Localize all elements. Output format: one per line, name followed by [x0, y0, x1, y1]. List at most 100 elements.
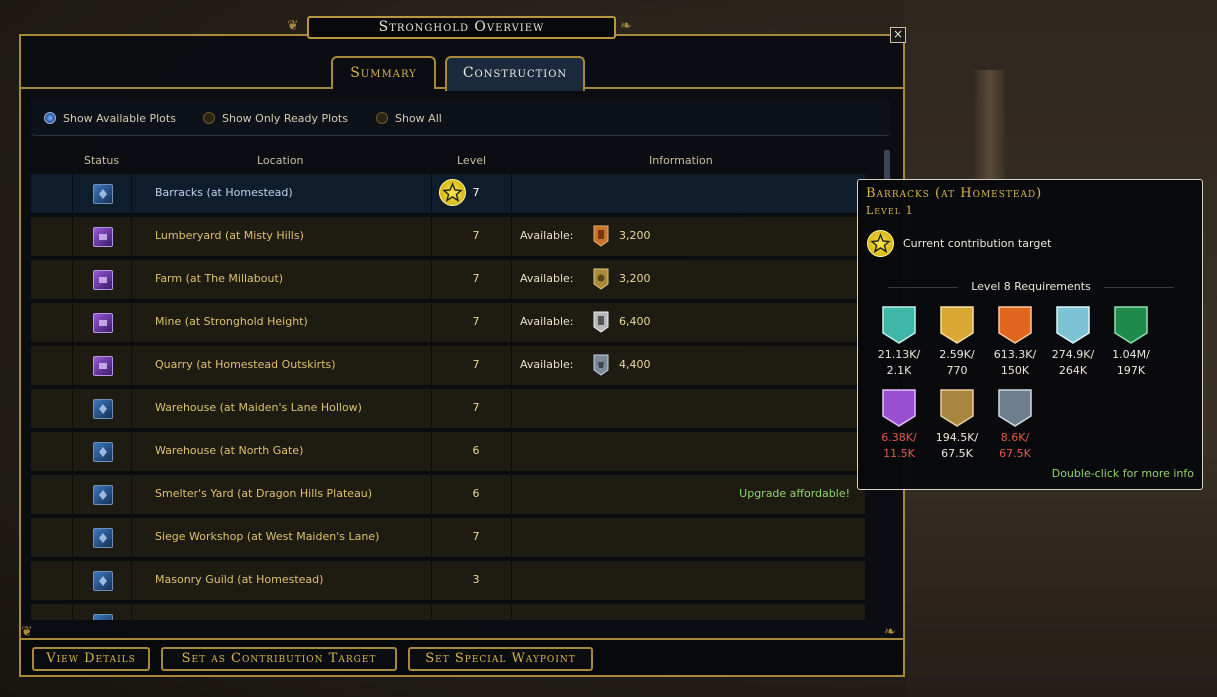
requirement-item: 1.04M/ 197K	[1102, 305, 1160, 379]
plot-list: Barracks (at Homestead) 7 Lumberyard (at…	[31, 174, 865, 620]
timber-icon	[593, 225, 609, 247]
view-details-button[interactable]: View Details	[32, 647, 150, 671]
tree-shield-icon	[1114, 306, 1148, 344]
requirement-current: 1.04M/	[1112, 348, 1150, 361]
column-header-location[interactable]: Location	[257, 154, 304, 167]
scrollbar-thumb[interactable]	[884, 150, 890, 182]
plot-location: Barracks (at Homestead)	[155, 186, 293, 199]
plot-level: 7	[472, 401, 480, 414]
contribution-target-text: Current contribution target	[903, 237, 1052, 250]
tooltip-level: Level 1	[866, 204, 914, 217]
construction-ready-icon	[93, 528, 113, 548]
plot-level: 7	[472, 186, 480, 199]
available-amount: 4,400	[619, 358, 651, 371]
corner-ornament-icon: ❦	[21, 624, 33, 640]
table-row[interactable]: Quarry (at Homestead Outskirts) 7 Availa…	[31, 346, 865, 387]
table-row[interactable]: Mine (at Stronghold Height) 7 Available:…	[31, 303, 865, 344]
food-icon	[593, 268, 609, 290]
tab-construction[interactable]: Construction	[445, 56, 585, 91]
plot-location: Warehouse (at North Gate)	[155, 444, 304, 457]
set-special-waypoint-button[interactable]: Set Special Waypoint	[408, 647, 593, 671]
available-label: Available:	[520, 315, 574, 328]
gold-shield-icon	[940, 306, 974, 344]
available-label: Available:	[520, 272, 574, 285]
table-row[interactable]: Siege Workshop (at West Maiden's Lane) 7	[31, 518, 865, 559]
table-row[interactable]: Warehouse (at Maiden's Lane Hollow) 7	[31, 389, 865, 430]
requirement-current: 613.3K/	[993, 348, 1037, 361]
construction-ready-icon	[93, 184, 113, 204]
under-construction-icon	[93, 227, 113, 247]
table-row[interactable]: Masonry Guild (at Homestead) 3	[31, 561, 865, 602]
requirement-current: 21.13K/	[877, 348, 921, 361]
table-row[interactable]: Barracks (at Homestead) 7	[31, 174, 865, 215]
under-construction-icon	[93, 270, 113, 290]
double-click-hint: Double-click for more info	[1051, 467, 1194, 480]
construction-ready-icon	[93, 614, 113, 620]
requirement-item: 8.6K/ 67.5K	[986, 388, 1044, 462]
requirement-needed: 264K	[1058, 364, 1088, 377]
column-header-level[interactable]: Level	[457, 154, 486, 167]
plot-level: 6	[472, 487, 480, 500]
requirement-current: 8.6K/	[1000, 431, 1030, 444]
column-header-information[interactable]: Information	[649, 154, 713, 167]
requirement-item: 21.13K/ 2.1K	[870, 305, 928, 379]
table-row[interactable]: Smelter's Yard (at Dragon Hills Plateau)…	[31, 475, 865, 516]
requirement-item: 6.38K/ 11.5K	[870, 388, 928, 462]
radio-show-available-plots[interactable]: Show Available Plots	[44, 110, 176, 126]
plot-level: 7	[472, 229, 480, 242]
plot-location: Quarry (at Homestead Outskirts)	[155, 358, 336, 371]
radio-label: Show Available Plots	[63, 111, 176, 125]
construction-ready-icon	[93, 571, 113, 591]
tab-summary[interactable]: Summary	[331, 56, 436, 89]
radio-show-only-ready-plots[interactable]: Show Only Ready Plots	[203, 110, 348, 126]
available-label: Available:	[520, 229, 574, 242]
contribution-target-star-icon	[439, 179, 466, 206]
construction-ready-icon	[93, 399, 113, 419]
requirement-needed: 67.5K	[941, 447, 973, 460]
under-construction-icon	[93, 356, 113, 376]
available-amount: 3,200	[619, 229, 651, 242]
available-label: Available:	[520, 358, 574, 371]
requirement-needed: 67.5K	[999, 447, 1031, 460]
requirement-item: 2.59K/ 770	[928, 305, 986, 379]
requirement-needed: 11.5K	[883, 447, 915, 460]
table-row[interactable]: Farm (at The Millabout) 7 Available: 3,2…	[31, 260, 865, 301]
available-amount: 3,200	[619, 272, 651, 285]
requirement-current: 194.5K/	[935, 431, 979, 444]
plot-level: 3	[472, 573, 480, 586]
plot-level: 7	[472, 358, 480, 371]
requirement-needed: 150K	[1000, 364, 1030, 377]
table-row[interactable]	[31, 604, 865, 620]
corner-ornament-icon: ❧	[884, 624, 896, 640]
plot-location: Lumberyard (at Misty Hills)	[155, 229, 304, 242]
plot-level: 7	[472, 272, 480, 285]
requirement-current: 6.38K/	[881, 431, 917, 444]
corner-ornament-icon: ❧	[620, 18, 632, 34]
table-row[interactable]: Lumberyard (at Misty Hills) 7 Available:…	[31, 217, 865, 258]
plot-location: Smelter's Yard (at Dragon Hills Plateau)	[155, 487, 373, 500]
stone-shield-icon	[998, 389, 1032, 427]
requirement-current: 2.59K/	[939, 348, 975, 361]
requirements-heading: Level 8 Requirements	[971, 280, 1091, 293]
plot-location: Farm (at The Millabout)	[155, 272, 284, 285]
upgrade-affordable-note: Upgrade affordable!	[739, 487, 850, 500]
plot-level: 6	[472, 444, 480, 457]
frost-shield-icon	[1056, 306, 1090, 344]
radio-show-all[interactable]: Show All	[376, 110, 442, 126]
radio-unselected-icon	[203, 112, 215, 124]
under-construction-icon	[93, 313, 113, 333]
available-amount: 6,400	[619, 315, 651, 328]
set-contribution-target-button[interactable]: Set as Contribution Target	[161, 647, 397, 671]
plot-tooltip: Barracks (at Homestead) Level 1 Current …	[857, 179, 1203, 490]
requirement-needed: 197K	[1116, 364, 1146, 377]
plot-location: Warehouse (at Maiden's Lane Hollow)	[155, 401, 362, 414]
column-header-status[interactable]: Status	[84, 154, 119, 167]
plot-location: Mine (at Stronghold Height)	[155, 315, 308, 328]
requirement-needed: 770	[946, 364, 968, 377]
corner-ornament-icon: ❦	[287, 18, 299, 34]
requirement-item: 194.5K/ 67.5K	[928, 388, 986, 462]
close-button[interactable]: ×	[890, 27, 906, 43]
table-row[interactable]: Warehouse (at North Gate) 6	[31, 432, 865, 473]
crystal-shield-icon	[882, 389, 916, 427]
plot-level: 7	[472, 315, 480, 328]
